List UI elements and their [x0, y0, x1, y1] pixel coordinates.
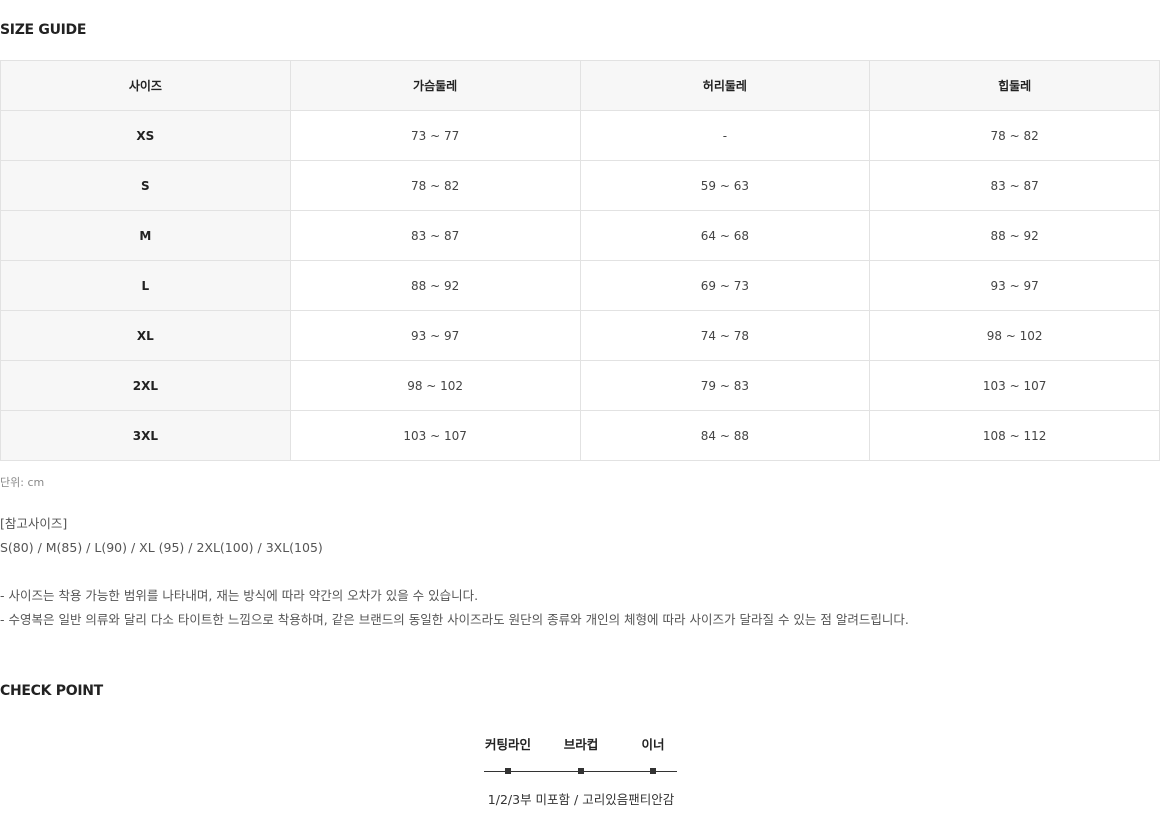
reference-values: S(80) / M(85) / L(90) / XL (95) / 2XL(10…	[0, 540, 323, 555]
unit-note: 단위: cm	[0, 476, 45, 489]
check-label-bra-cup: 브라컵	[563, 737, 599, 752]
size-cell: XS	[0, 110, 291, 161]
note-item: - 수영복은 일반 의류와 달리 다소 타이트한 느낌으로 착용하며, 같은 브…	[0, 612, 909, 627]
check-point-diagram: 커팅라인 브라컵 이너 1/2/3부 미포함 / 고리있음팬티안감	[484, 734, 678, 814]
table-row: 2XL 98 ~ 102 79 ~ 83 103 ~ 107	[0, 360, 1160, 411]
table-header-row: 사이즈 가슴둘레 허리둘레 힙둘레	[0, 60, 1160, 111]
chest-cell: 73 ~ 77	[289, 110, 581, 161]
check-marker	[650, 768, 656, 774]
check-point-value: 1/2/3부 미포함 / 고리있음팬티안감	[487, 792, 675, 807]
table-row: L 88 ~ 92 69 ~ 73 93 ~ 97	[0, 260, 1160, 311]
waist-cell: 59 ~ 63	[579, 160, 871, 211]
size-cell: 3XL	[0, 410, 291, 461]
waist-cell: 74 ~ 78	[579, 310, 871, 361]
size-cell: M	[0, 210, 291, 261]
check-label-cutting-line: 커팅라인	[484, 737, 532, 752]
table-row: XL 93 ~ 97 74 ~ 78 98 ~ 102	[0, 310, 1160, 361]
size-table: 사이즈 가슴둘레 허리둘레 힙둘레 XS 73 ~ 77 - 78 ~ 82 S…	[0, 60, 1160, 461]
hip-cell: 93 ~ 97	[869, 260, 1160, 311]
chest-cell: 83 ~ 87	[289, 210, 581, 261]
header-chest: 가슴둘레	[289, 60, 581, 111]
size-cell: XL	[0, 310, 291, 361]
chest-cell: 88 ~ 92	[289, 260, 581, 311]
check-point-title: CHECK POINT	[0, 683, 103, 699]
hip-cell: 88 ~ 92	[869, 210, 1160, 261]
reference-label: [참고사이즈]	[0, 516, 68, 531]
check-point-labels: 커팅라인 브라컵 이너	[484, 734, 678, 756]
hip-cell: 108 ~ 112	[869, 410, 1160, 461]
waist-cell: 69 ~ 73	[579, 260, 871, 311]
hip-cell: 98 ~ 102	[869, 310, 1160, 361]
reference-sizes: [참고사이즈] S(80) / M(85) / L(90) / XL (95) …	[0, 512, 323, 560]
size-notes: - 사이즈는 착용 가능한 범위를 나타내며, 재는 방식에 따라 약간의 오차…	[0, 584, 909, 632]
chest-cell: 93 ~ 97	[289, 310, 581, 361]
note-item: - 사이즈는 착용 가능한 범위를 나타내며, 재는 방식에 따라 약간의 오차…	[0, 588, 479, 603]
table-row: M 83 ~ 87 64 ~ 68 88 ~ 92	[0, 210, 1160, 261]
waist-cell: -	[579, 110, 871, 161]
size-cell: L	[0, 260, 291, 311]
size-cell: S	[0, 160, 291, 211]
header-size: 사이즈	[0, 60, 291, 111]
header-waist: 허리둘레	[579, 60, 871, 111]
hip-cell: 83 ~ 87	[869, 160, 1160, 211]
waist-cell: 79 ~ 83	[579, 360, 871, 411]
chest-cell: 103 ~ 107	[289, 410, 581, 461]
check-marker	[505, 768, 511, 774]
size-cell: 2XL	[0, 360, 291, 411]
hip-cell: 78 ~ 82	[869, 110, 1160, 161]
check-label-inner: 이너	[641, 737, 665, 752]
table-row: XS 73 ~ 77 - 78 ~ 82	[0, 110, 1160, 161]
waist-cell: 84 ~ 88	[579, 410, 871, 461]
header-hip: 힙둘레	[869, 60, 1160, 111]
chest-cell: 78 ~ 82	[289, 160, 581, 211]
hip-cell: 103 ~ 107	[869, 360, 1160, 411]
chest-cell: 98 ~ 102	[289, 360, 581, 411]
waist-cell: 64 ~ 68	[579, 210, 871, 261]
size-guide-title: SIZE GUIDE	[0, 22, 87, 38]
check-marker	[578, 768, 584, 774]
table-row: S 78 ~ 82 59 ~ 63 83 ~ 87	[0, 160, 1160, 211]
table-row: 3XL 103 ~ 107 84 ~ 88 108 ~ 112	[0, 410, 1160, 461]
